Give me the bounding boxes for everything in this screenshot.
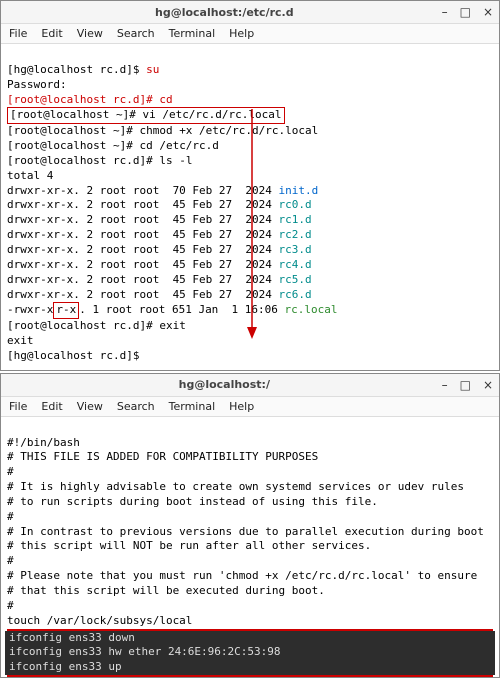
terminal-output-1[interactable]: [hg@localhost rc.d]$ su Password: [root@…	[1, 44, 499, 370]
titlebar-1: hg@localhost:/etc/rc.d – □ ×	[1, 1, 499, 24]
dir: rc0.d	[279, 198, 312, 211]
line: # to run scripts during boot instead of …	[7, 495, 378, 508]
dir: rc5.d	[279, 273, 312, 286]
prompt: [root@localhost rc.d]#	[7, 319, 159, 332]
prompt: [hg@localhost rc.d]$	[7, 349, 146, 362]
menubar-1: File Edit View Search Terminal Help	[1, 24, 499, 44]
line: # THIS FILE IS ADDED FOR COMPATIBILITY P…	[7, 450, 318, 463]
maximize-icon[interactable]: □	[460, 378, 471, 392]
prompt: [root@localhost rc.d]#	[7, 154, 159, 167]
maximize-icon[interactable]: □	[460, 5, 471, 19]
line: #	[7, 465, 14, 478]
line: Password:	[7, 78, 67, 91]
line: #	[7, 599, 14, 612]
highlighted-block: ifconfig ens33 downifconfig ens33 hw eth…	[7, 629, 493, 678]
line: total 4	[7, 169, 53, 182]
cmd: chmod +x /etc/rc.d/rc.local	[139, 124, 318, 137]
close-icon[interactable]: ×	[483, 378, 493, 392]
terminal-window-2: hg@localhost:/ – □ × File Edit View Sear…	[0, 373, 500, 678]
dir: rc3.d	[279, 243, 312, 256]
menu-view[interactable]: View	[77, 400, 103, 413]
prompt: [hg@localhost rc.d]$	[7, 63, 146, 76]
hl-line: ifconfig ens33 up	[5, 660, 495, 675]
ls-row: drwxr-xr-x. 2 root root 45 Feb 27 2024	[7, 273, 279, 286]
menu-edit[interactable]: Edit	[41, 400, 62, 413]
line: exit	[7, 334, 34, 347]
ls-row: drwxr-xr-x. 2 root root 45 Feb 27 2024	[7, 243, 279, 256]
ls-row: drwxr-xr-x. 2 root root 45 Feb 27 2024	[7, 228, 279, 241]
line: # It is highly advisable to create own s…	[7, 480, 464, 493]
cmd: cd	[159, 93, 172, 106]
ls-row: drwxr-xr-x. 2 root root 45 Feb 27 2024	[7, 288, 279, 301]
line: # that this script will be executed duri…	[7, 584, 325, 597]
dir: rc4.d	[279, 258, 312, 271]
cmd: cd /etc/rc.d	[139, 139, 218, 152]
menu-search[interactable]: Search	[117, 400, 155, 413]
ls-row: drwxr-xr-x. 2 root root 70 Feb 27 2024	[7, 184, 279, 197]
menu-view[interactable]: View	[77, 27, 103, 40]
ls-row: -rwxr-x	[7, 303, 53, 316]
ls-row: drwxr-xr-x. 2 root root 45 Feb 27 2024	[7, 198, 279, 211]
window-title-1: hg@localhost:/etc/rc.d	[7, 6, 442, 19]
line: #!/bin/bash	[7, 436, 80, 449]
line: # Please note that you must run 'chmod +…	[7, 569, 477, 582]
prompt: [root@localhost ~]#	[10, 108, 142, 121]
minimize-icon[interactable]: –	[442, 5, 448, 19]
cmd: su	[146, 63, 159, 76]
window-title-2: hg@localhost:/	[7, 378, 442, 391]
terminal-window-1: hg@localhost:/etc/rc.d – □ × File Edit V…	[0, 0, 500, 371]
hl-line: ifconfig ens33 hw ether 24:6E:96:2C:53:9…	[5, 645, 495, 660]
line: touch /var/lock/subsys/local	[7, 614, 192, 627]
ls-row: drwxr-xr-x. 2 root root 45 Feb 27 2024	[7, 213, 279, 226]
menu-terminal[interactable]: Terminal	[169, 400, 216, 413]
minimize-icon[interactable]: –	[442, 378, 448, 392]
line: #	[7, 554, 14, 567]
dir: rc1.d	[279, 213, 312, 226]
dir: init.d	[279, 184, 319, 197]
perm-box: r-x	[53, 302, 79, 319]
dir: rc6.d	[279, 288, 312, 301]
prompt: [root@localhost ~]#	[7, 124, 139, 137]
cmd: exit	[159, 319, 186, 332]
titlebar-2: hg@localhost:/ – □ ×	[1, 374, 499, 397]
close-icon[interactable]: ×	[483, 5, 493, 19]
menu-terminal[interactable]: Terminal	[169, 27, 216, 40]
menubar-2: File Edit View Search Terminal Help	[1, 397, 499, 417]
ls-row: . 1 root root 651 Jan 1 16:06	[79, 303, 284, 316]
menu-search[interactable]: Search	[117, 27, 155, 40]
line: # this script will NOT be run after all …	[7, 539, 371, 552]
menu-help[interactable]: Help	[229, 400, 254, 413]
cmd: ls -l	[159, 154, 192, 167]
prompt: [root@localhost ~]#	[7, 139, 139, 152]
line: #	[7, 510, 14, 523]
line: # In contrast to previous versions due t…	[7, 525, 484, 538]
dir: rc2.d	[279, 228, 312, 241]
menu-edit[interactable]: Edit	[41, 27, 62, 40]
ls-row: drwxr-xr-x. 2 root root 45 Feb 27 2024	[7, 258, 279, 271]
terminal-output-2[interactable]: #!/bin/bash # THIS FILE IS ADDED FOR COM…	[1, 417, 499, 677]
menu-help[interactable]: Help	[229, 27, 254, 40]
menu-file[interactable]: File	[9, 400, 27, 413]
menu-file[interactable]: File	[9, 27, 27, 40]
highlighted-command: [root@localhost ~]# vi /etc/rc.d/rc.loca…	[7, 107, 285, 124]
cmd: vi /etc/rc.d/rc.local	[142, 108, 281, 121]
hl-line: ifconfig ens33 down	[5, 631, 495, 646]
file: rc.local	[285, 303, 338, 316]
prompt: [root@localhost rc.d]#	[7, 93, 159, 106]
